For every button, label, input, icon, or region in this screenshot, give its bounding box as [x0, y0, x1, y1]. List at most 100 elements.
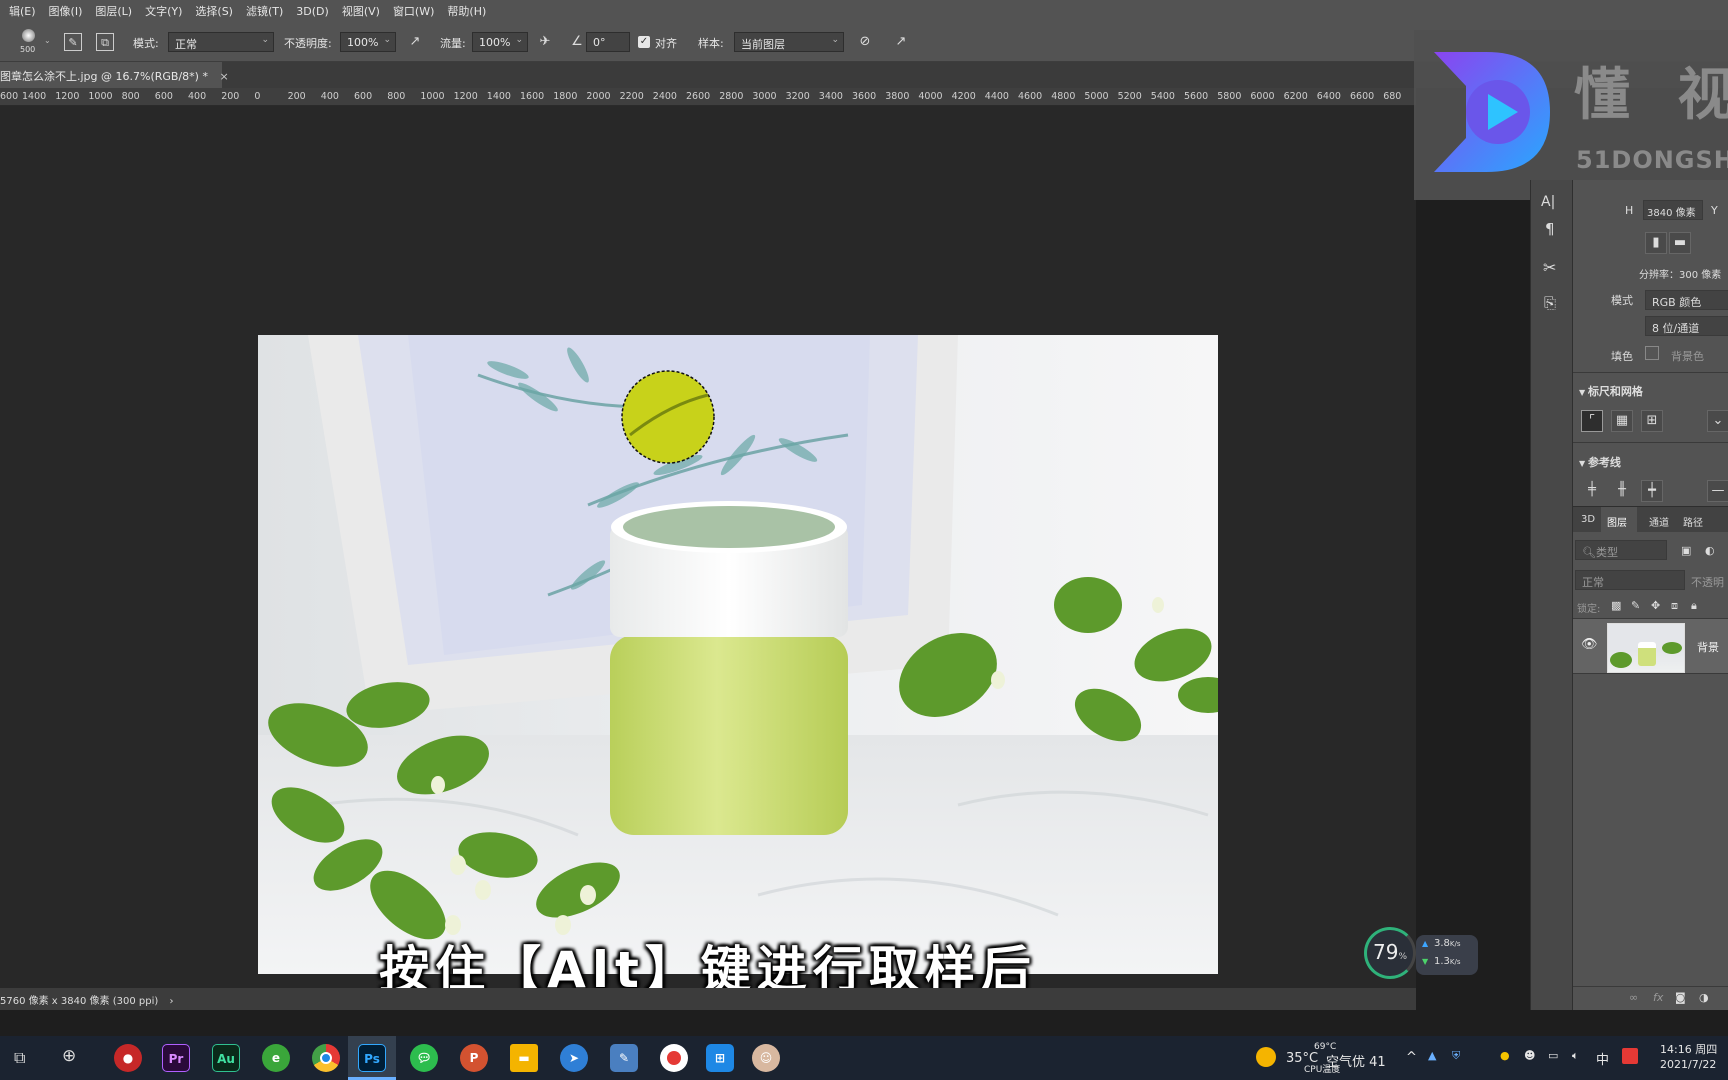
mode-select[interactable]: 正常 ⌄ [168, 32, 274, 52]
canvas-area[interactable] [0, 106, 1416, 988]
watermark: 懂 视 51DONGSHI.C [1414, 30, 1728, 200]
ruler-tick-label: 4400 [984, 91, 1009, 102]
qq-tray-icon[interactable]: ☻ [1524, 1049, 1535, 1062]
sample-select[interactable]: 当前图层 ⌄ [734, 32, 844, 52]
pressure-opacity-icon[interactable]: ↗ [406, 33, 424, 51]
mask-icon[interactable]: ◙ [1675, 991, 1686, 1004]
menu-type[interactable]: 文字(Y) [145, 3, 182, 19]
angle-input[interactable]: 0° [586, 32, 630, 52]
windows-store-icon[interactable]: ⊞ [706, 1044, 734, 1072]
clock-date[interactable]: 2021/7/22 [1660, 1058, 1716, 1071]
clock-time[interactable]: 14:16 周四 [1660, 1041, 1717, 1057]
eye-icon[interactable]: 👁︎ [1581, 637, 1598, 652]
recorder-icon[interactable] [660, 1044, 688, 1072]
tab-3d[interactable]: 3D [1581, 514, 1595, 525]
adjustment-layer-icon[interactable]: ◑ [1699, 991, 1709, 1004]
notes-app-icon[interactable]: ✎ [610, 1044, 638, 1072]
grid-toggle-icon[interactable]: ▦ [1611, 410, 1633, 432]
tray-red-app-icon[interactable] [1622, 1048, 1638, 1064]
feishu-icon[interactable]: ➤ [560, 1044, 588, 1072]
document-tab[interactable]: 图章怎么涂不上.jpg @ 16.7%(RGB/8*) * × [0, 62, 229, 88]
layer-row[interactable]: 👁︎ 背景 [1573, 618, 1728, 674]
layer-filter-input[interactable]: 🔍︎类型 [1575, 540, 1667, 560]
user-avatar-icon[interactable]: ☺ [752, 1044, 780, 1072]
tray-app-icon[interactable]: ▲ [1428, 1049, 1436, 1062]
blend-mode-select[interactable]: 正常 [1575, 570, 1685, 590]
menu-view[interactable]: 视图(V) [342, 3, 380, 19]
document-image[interactable] [258, 335, 1218, 974]
search-icon[interactable]: ⊕ [62, 1046, 76, 1066]
file-explorer-icon[interactable]: ▬ [510, 1044, 538, 1072]
clone-source-panel-icon[interactable]: ✂ [1543, 258, 1556, 277]
network-icon[interactable]: ▭ [1548, 1049, 1558, 1062]
guide-right-icon[interactable]: ┿ [1641, 480, 1663, 502]
lock-transparent-icon[interactable]: ▩ [1611, 599, 1621, 612]
opacity-input[interactable]: 100% ⌄ [340, 32, 396, 52]
height-field[interactable]: 3840 像素 [1643, 200, 1703, 220]
flow-input[interactable]: 100% ⌄ [472, 32, 528, 52]
pixel-grid-icon[interactable]: ⊞ [1641, 410, 1663, 432]
lock-position-icon[interactable]: ✥ [1651, 599, 1660, 612]
units-dropdown[interactable]: ⌄ [1707, 410, 1728, 432]
brush-settings-icon[interactable]: ✎ [64, 33, 82, 51]
link-layers-icon[interactable]: ∞ [1629, 991, 1638, 1004]
guide-center-icon[interactable]: ╫ [1611, 480, 1633, 502]
tab-layers[interactable]: 图层 [1601, 507, 1637, 533]
premiere-app-icon[interactable]: Pr [162, 1044, 190, 1072]
menu-window[interactable]: 窗口(W) [393, 3, 434, 19]
game-app-icon[interactable]: ● [114, 1044, 142, 1072]
guides-header[interactable]: ▼ 参考线 [1579, 454, 1621, 470]
lock-artboard-icon[interactable]: ⧈ [1671, 599, 1678, 613]
chevron-up-icon[interactable]: ^ [1406, 1050, 1417, 1065]
wechat-icon[interactable]: 💬︎ [410, 1044, 438, 1072]
horizontal-ruler[interactable]: 600 1400 1200 1000 800 600 400 200 0 200 400 600 800… [0, 88, 1416, 106]
ime-indicator[interactable]: 中 [1596, 1049, 1609, 1068]
mode-label: 模式 [1611, 294, 1633, 307]
menu-help[interactable]: 帮助(H) [447, 3, 486, 19]
powerpoint-icon[interactable]: P [460, 1044, 488, 1072]
history-panel-icon[interactable]: ⎘ [1544, 294, 1556, 312]
menu-layer[interactable]: 图层(L) [95, 3, 132, 19]
rulers-grids-header[interactable]: ▼ 标尺和网格 [1579, 383, 1643, 399]
ruler-toggle-icon[interactable]: ⌜ [1581, 410, 1603, 432]
status-menu-arrow[interactable]: › [169, 996, 173, 1007]
clone-source-icon[interactable]: ⧉ [96, 33, 114, 51]
fx-icon[interactable]: fx [1653, 991, 1663, 1004]
menu-3d[interactable]: 3D(D) [296, 5, 329, 18]
menu-select[interactable]: 选择(S) [195, 3, 233, 19]
character-panel-icon[interactable]: A| [1541, 194, 1555, 210]
color-mode-select[interactable]: RGB 颜色 [1645, 290, 1728, 310]
guide-remove-icon[interactable]: — [1707, 480, 1728, 502]
browser-360-icon[interactable]: e [262, 1044, 290, 1072]
paragraph-panel-icon[interactable]: ¶ [1545, 220, 1555, 238]
landscape-icon[interactable]: ▬ [1669, 232, 1691, 254]
guide-left-icon[interactable]: ╪ [1581, 480, 1603, 502]
close-icon[interactable]: × [219, 70, 228, 83]
task-view-icon[interactable]: ⧉ [14, 1048, 25, 1068]
ignore-adjustment-icon[interactable]: ⊘ [856, 33, 874, 51]
volume-icon[interactable]: 🔈︎ [1572, 1049, 1579, 1063]
image-filter-icon[interactable]: ▣ [1681, 544, 1691, 557]
pressure-size-icon[interactable]: ↗ [892, 33, 910, 51]
bit-depth-select[interactable]: 8 位/通道 [1645, 316, 1728, 336]
fill-swatch[interactable] [1645, 346, 1659, 360]
chevron-down-icon[interactable]: ⌄ [44, 36, 51, 45]
menu-filter[interactable]: 滤镜(T) [246, 3, 283, 19]
menu-edit[interactable]: 辑(E) [9, 3, 36, 19]
audition-app-icon[interactable]: Au [212, 1044, 240, 1072]
chrome-icon[interactable] [312, 1044, 340, 1072]
photoshop-app-icon[interactable]: Ps [358, 1044, 386, 1072]
lock-image-icon[interactable]: ✎ [1631, 599, 1640, 612]
ruler-tick-label: 0 [254, 91, 261, 102]
menu-image[interactable]: 图像(I) [49, 3, 83, 19]
brush-preset-picker[interactable]: 500 [14, 27, 44, 57]
airbrush-icon[interactable]: ✈ [536, 33, 554, 51]
tab-channels[interactable]: 通道 [1649, 514, 1669, 529]
aligned-checkbox[interactable]: ✓ [638, 36, 650, 48]
security-icon[interactable]: ⛨ [1452, 1049, 1460, 1063]
wechat-tray-icon[interactable]: ● [1500, 1049, 1510, 1062]
tab-paths[interactable]: 路径 [1683, 514, 1703, 529]
lock-all-icon[interactable]: 🔒︎ [1691, 599, 1697, 613]
adjustment-filter-icon[interactable]: ◐ [1705, 544, 1715, 557]
portrait-icon[interactable]: ▮ [1645, 232, 1667, 254]
